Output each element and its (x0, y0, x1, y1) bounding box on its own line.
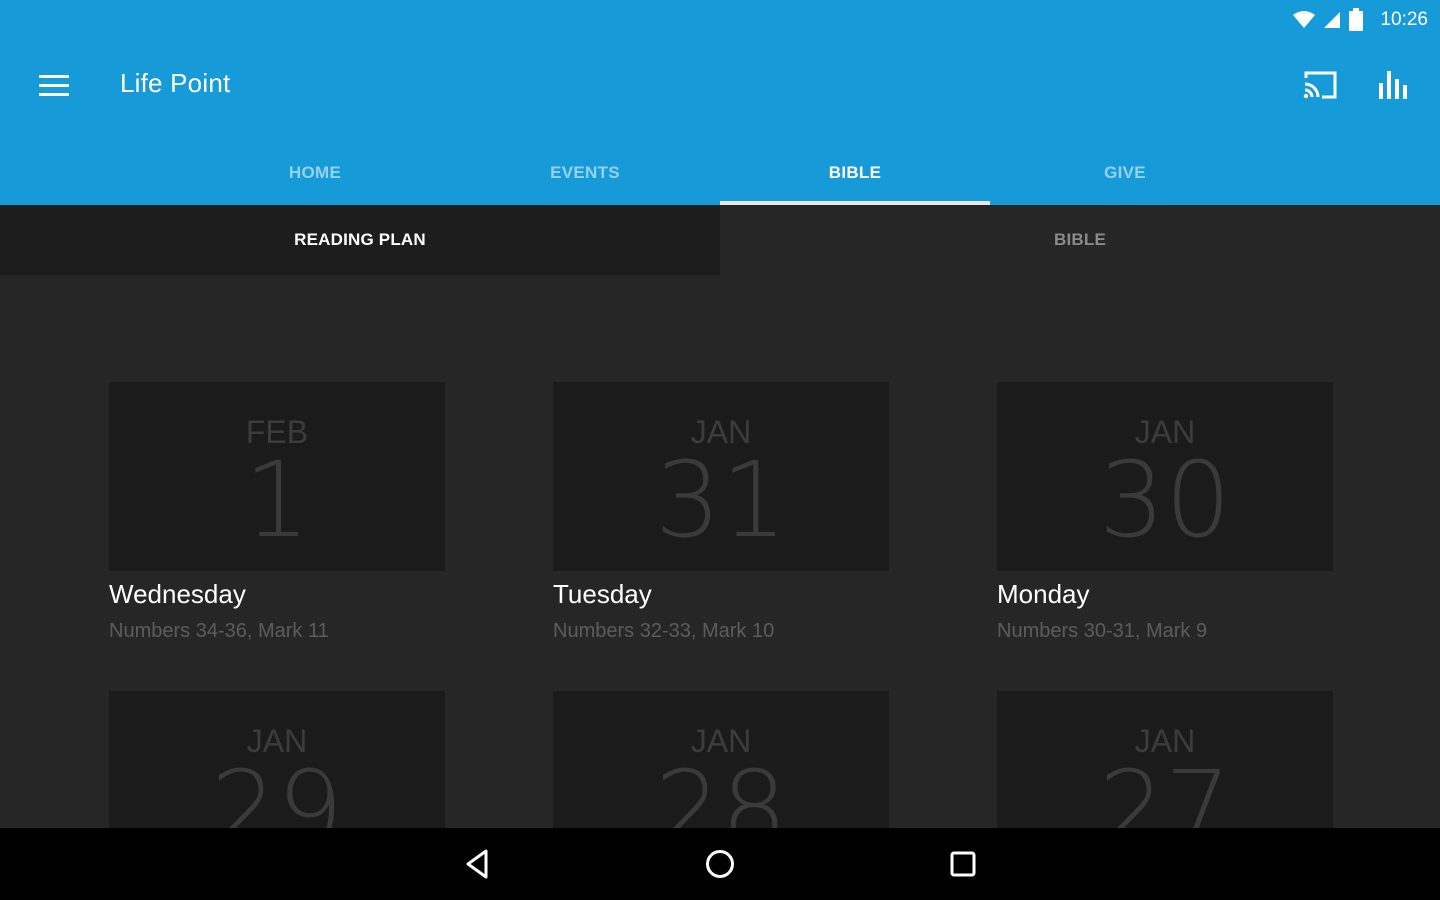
cellular-signal-icon (1324, 12, 1341, 28)
back-icon (466, 849, 488, 879)
menu-icon (39, 75, 69, 96)
date-tile: JAN 29 (109, 691, 445, 828)
reading-day-card[interactable]: JAN 31 Tuesday Numbers 32-33, Mark 10 (553, 382, 889, 643)
home-icon (706, 850, 734, 878)
stats-button[interactable] (1368, 62, 1418, 108)
tab-home[interactable]: HOME (180, 140, 450, 205)
system-nav-bar (0, 828, 1440, 900)
reading-passage: Numbers 32-33, Mark 10 (553, 620, 775, 642)
date-day: 29 (210, 748, 344, 828)
date-tile: JAN 27 (997, 691, 1333, 828)
date-day: 28 (654, 748, 788, 828)
app-title: Life Point (120, 68, 231, 98)
weekday-label: Wednesday (109, 579, 246, 609)
main-tabs: HOME EVENTS BIBLE GIVE (180, 140, 1260, 205)
reading-passage: Numbers 34-36, Mark 11 (109, 620, 329, 642)
subtab-reading-plan[interactable]: READING PLAN (0, 205, 720, 275)
bar-chart-icon (1379, 71, 1407, 99)
weekday-label: Tuesday (553, 579, 652, 609)
date-day: 30 (1098, 439, 1232, 561)
reading-day-card[interactable]: JAN 29 (109, 691, 445, 828)
date-tile: FEB 1 (109, 382, 445, 571)
recents-icon (950, 851, 976, 877)
cast-icon (1303, 71, 1337, 99)
battery-icon (1349, 8, 1364, 31)
weekday-label: Monday (997, 579, 1090, 609)
menu-button[interactable] (24, 62, 84, 108)
date-day: 1 (243, 439, 311, 561)
subtab-bible[interactable]: BIBLE (720, 205, 1440, 275)
date-day: 31 (654, 439, 788, 561)
date-tile: JAN 31 (553, 382, 889, 571)
date-day: 27 (1098, 748, 1232, 828)
reading-day-card[interactable]: JAN 30 Monday Numbers 30-31, Mark 9 (997, 382, 1333, 643)
sub-tabs: READING PLAN BIBLE (0, 205, 1440, 275)
tab-events[interactable]: EVENTS (450, 140, 720, 205)
back-button[interactable] (448, 840, 508, 888)
date-tile: JAN 28 (553, 691, 889, 828)
status-bar: 10:26 (1292, 0, 1440, 40)
reading-day-card[interactable]: FEB 1 Wednesday Numbers 34-36, Mark 11 (109, 382, 445, 643)
reading-day-card[interactable]: JAN 28 (553, 691, 889, 828)
reading-day-card[interactable]: JAN 27 (997, 691, 1333, 828)
status-time: 10:26 (1380, 9, 1428, 30)
home-button[interactable] (690, 840, 750, 888)
recents-button[interactable] (933, 840, 993, 888)
tab-give[interactable]: GIVE (990, 140, 1260, 205)
tab-bible[interactable]: BIBLE (720, 140, 990, 205)
cast-button[interactable] (1295, 62, 1345, 108)
app-bar: 10:26 Life Point HOME EVENTS BIBLE GIVE (0, 0, 1440, 205)
date-tile: JAN 30 (997, 382, 1333, 571)
wifi-icon (1293, 11, 1316, 28)
reading-plan-list: FEB 1 Wednesday Numbers 34-36, Mark 11 J… (0, 275, 1440, 828)
reading-passage: Numbers 30-31, Mark 9 (997, 620, 1208, 642)
